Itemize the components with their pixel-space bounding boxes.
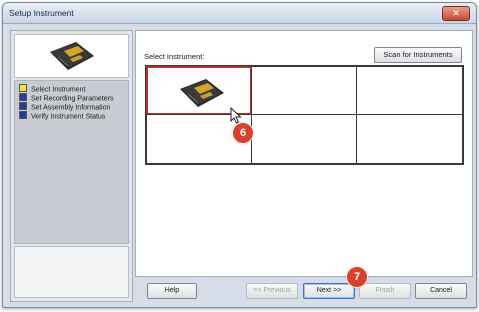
title-bar[interactable]: Setup Instrument ✕ (3, 3, 476, 24)
instrument-card-icon (50, 42, 94, 70)
scan-for-instruments-button[interactable]: Scan for Instruments (374, 47, 462, 63)
close-icon: ✕ (452, 8, 460, 18)
instrument-slot-3[interactable] (356, 66, 463, 115)
cancel-button[interactable]: Cancel (415, 283, 467, 299)
callout-badge-7: 7 (346, 266, 368, 288)
window-title: Setup Instrument (9, 8, 74, 18)
wizard-steps-panel: Select Instrument Set Recording Paramete… (10, 30, 133, 302)
step-set-recording-parameters: Set Recording Parameters (19, 93, 113, 103)
previous-button[interactable]: << Previous (246, 283, 298, 299)
instrument-grid (145, 65, 464, 165)
wizard-button-bar: Help << Previous Next >> Finish Cancel 7 (135, 266, 471, 301)
instrument-selection-panel: Select Instrument: Scan for Instruments … (135, 30, 473, 277)
next-button[interactable]: Next >> (303, 283, 355, 299)
step-set-assembly-information: Set Assembly Information (19, 102, 110, 112)
steps-list: Select Instrument Set Recording Paramete… (14, 80, 129, 244)
setup-instrument-window: Setup Instrument ✕ Select Instrument Set… (2, 2, 477, 308)
callout-badge-6: 6 (232, 122, 254, 144)
help-button[interactable]: Help (147, 283, 197, 299)
step-verify-instrument-status: Verify Instrument Status (19, 111, 106, 121)
select-instrument-label: Select Instrument: (144, 52, 205, 61)
instrument-card-icon (180, 79, 224, 107)
step-marker-icon (19, 93, 27, 101)
instrument-slot-2[interactable] (251, 66, 357, 115)
step-label: Verify Instrument Status (31, 113, 106, 121)
instrument-slot-6[interactable] (356, 114, 463, 164)
step-select-instrument: Select Instrument (19, 84, 85, 94)
close-button[interactable]: ✕ (442, 6, 470, 21)
step-marker-icon (19, 84, 27, 92)
instrument-slot-5[interactable] (251, 114, 357, 164)
step-marker-icon (19, 102, 27, 110)
step-marker-icon (19, 111, 27, 119)
instrument-preview (14, 34, 129, 78)
left-footer-area (14, 246, 129, 298)
finish-button[interactable]: Finish (359, 283, 411, 299)
